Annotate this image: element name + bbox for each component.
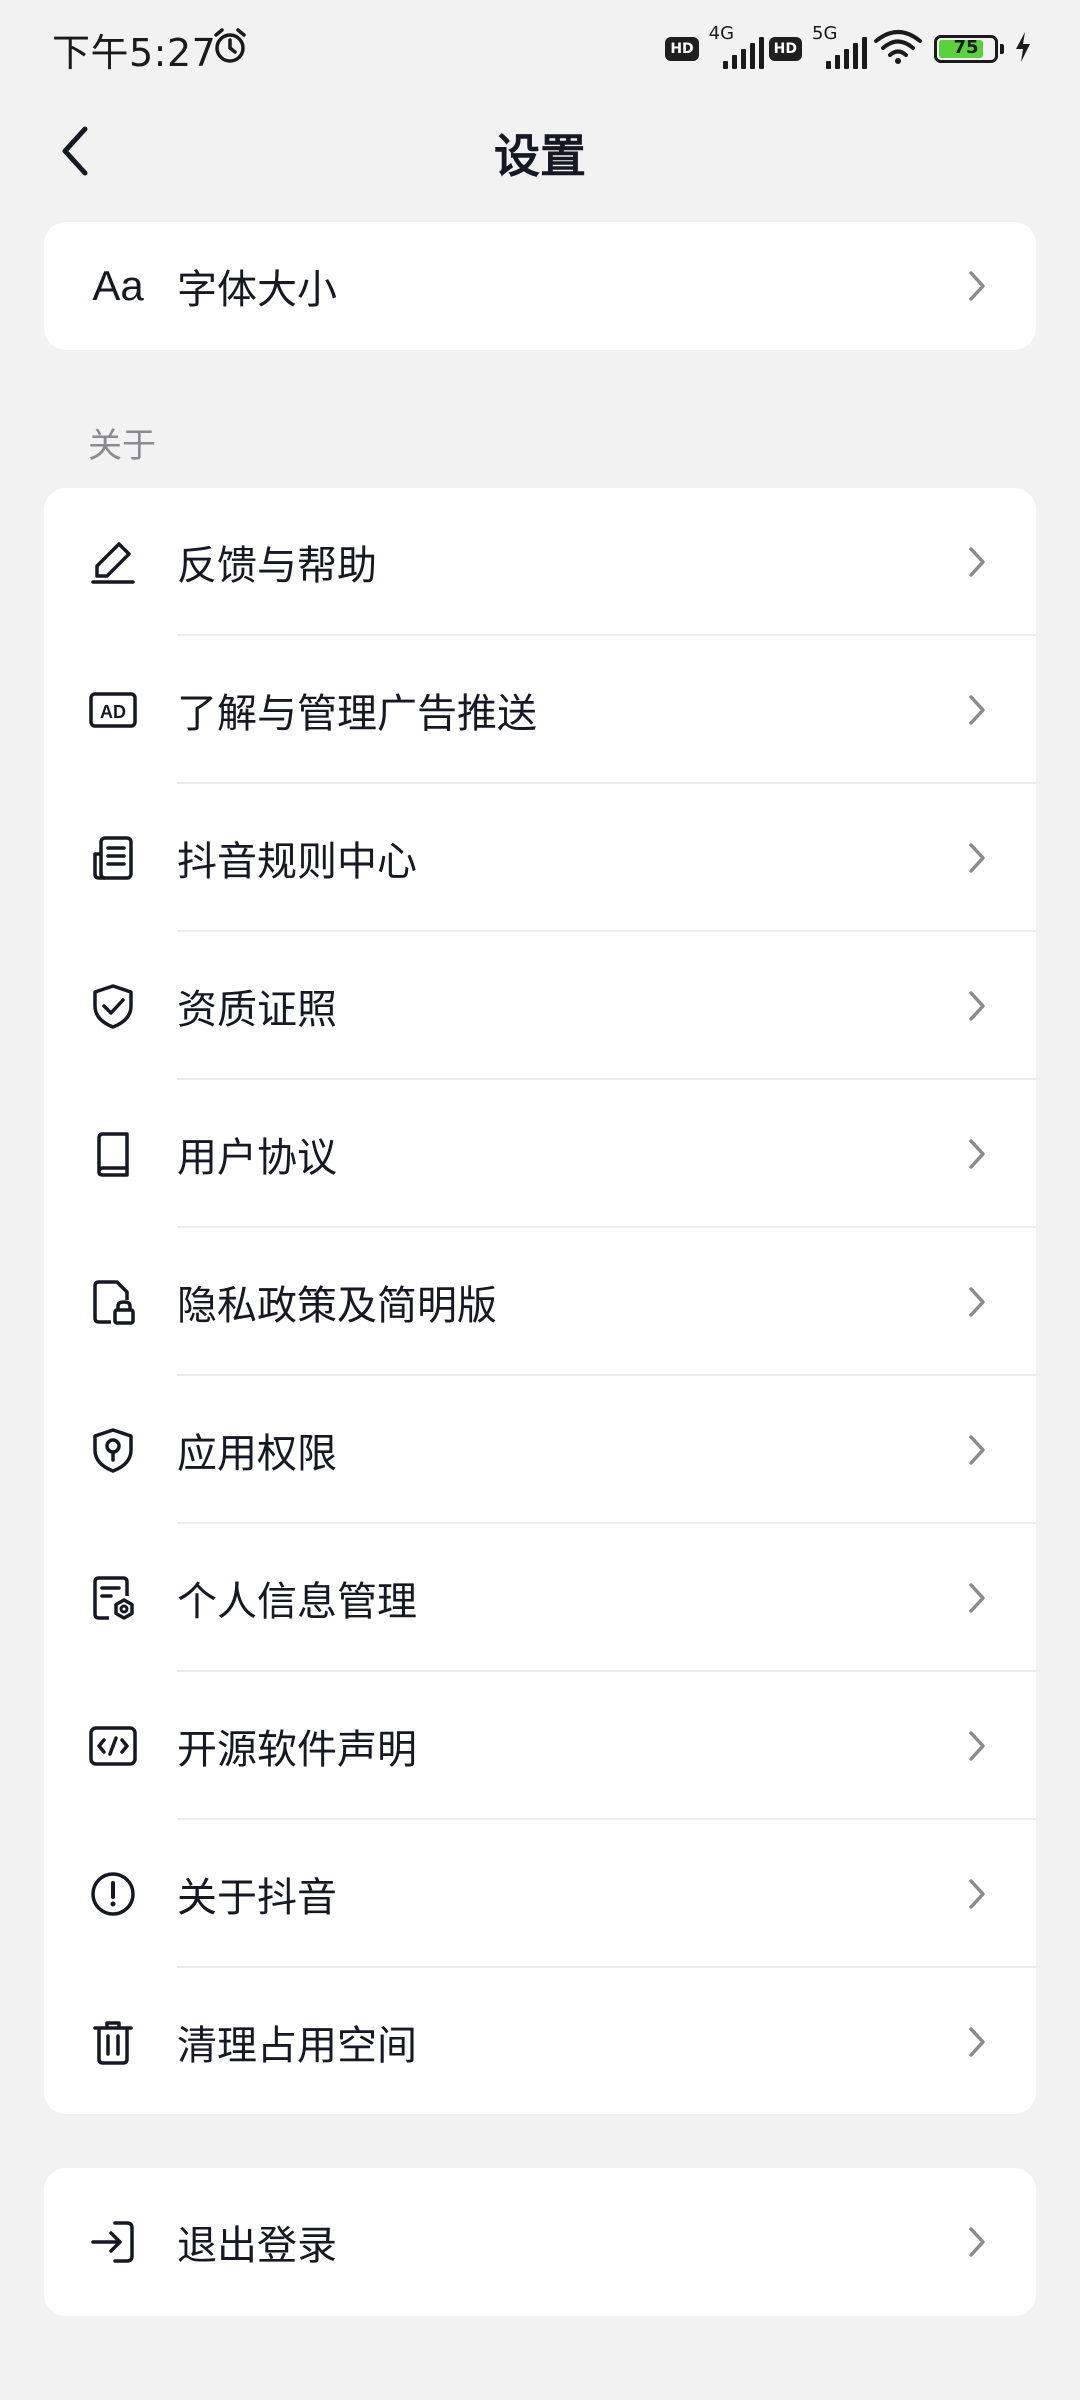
- settings-item-logout[interactable]: 退出登录: [44, 2168, 1036, 2316]
- info-circle-icon: [88, 1869, 138, 1919]
- status-indicators: HD 4G HD 5G 75: [665, 23, 1032, 74]
- settings-item-label: 开源软件声明: [177, 1727, 417, 1773]
- book-icon: [88, 1129, 138, 1179]
- battery-level: 75: [953, 37, 979, 58]
- chevron-right-icon: [962, 690, 992, 730]
- chevron-right-icon: [962, 266, 992, 306]
- battery-icon: 75: [934, 35, 998, 63]
- chevron-right-icon: [962, 1430, 992, 1470]
- font-size-icon: Aa: [92, 262, 144, 309]
- settings-item-label: 退出登录: [177, 2223, 337, 2269]
- pencil-icon: [88, 537, 138, 587]
- logout-icon: [88, 2217, 138, 2267]
- settings-item-label: 了解与管理广告推送: [177, 691, 537, 737]
- settings-item-rules-center[interactable]: 抖音规则中心: [44, 784, 1036, 932]
- chevron-right-icon: [962, 1282, 992, 1322]
- page-title: 设置: [494, 129, 586, 183]
- wifi-icon: [872, 27, 924, 71]
- network-type-label: 5G: [812, 23, 838, 44]
- settings-item-font-size[interactable]: Aa 字体大小: [44, 222, 1036, 350]
- settings-item-feedback[interactable]: 反馈与帮助: [44, 488, 1036, 636]
- hd-badge: HD: [768, 37, 802, 61]
- chevron-right-icon: [962, 1874, 992, 1914]
- code-icon: [88, 1721, 138, 1771]
- settings-item-label: 清理占用空间: [177, 2023, 417, 2069]
- svg-text:AD: AD: [100, 702, 126, 722]
- settings-item-label: 隐私政策及简明版: [177, 1283, 497, 1329]
- settings-item-label: 个人信息管理: [177, 1579, 417, 1625]
- settings-item-label: 关于抖音: [177, 1875, 337, 1921]
- network-type-label: 4G: [708, 23, 735, 44]
- settings-item-label: 反馈与帮助: [177, 543, 377, 589]
- file-lock-icon: [88, 1277, 138, 1327]
- chevron-right-icon: [962, 1134, 992, 1174]
- settings-item-about-douyin[interactable]: 关于抖音: [44, 1820, 1036, 1968]
- chevron-right-icon: [962, 2022, 992, 2062]
- settings-item-label: 资质证照: [177, 987, 337, 1033]
- chevron-right-icon: [962, 542, 992, 582]
- trash-icon: [88, 2017, 138, 2067]
- settings-item-personal-info[interactable]: 个人信息管理: [44, 1524, 1036, 1672]
- alarm-icon: [210, 26, 250, 70]
- chevron-right-icon: [962, 1726, 992, 1766]
- chevron-right-icon: [962, 838, 992, 878]
- settings-item-label: 应用权限: [177, 1431, 337, 1477]
- navigation-bar: 设置: [0, 96, 1080, 206]
- signal-5g-icon: 5G: [812, 23, 867, 69]
- ad-icon: AD: [88, 685, 138, 735]
- shield-key-icon: [88, 1425, 138, 1475]
- display-settings-card: Aa 字体大小: [44, 222, 1036, 350]
- hd-badge: HD: [665, 37, 699, 61]
- account-card: 退出登录: [44, 2168, 1036, 2316]
- chevron-right-icon: [962, 1578, 992, 1618]
- document-list-icon: [88, 833, 138, 883]
- settings-item-qualifications[interactable]: 资质证照: [44, 932, 1036, 1080]
- charging-icon: [1014, 31, 1032, 67]
- file-settings-icon: [88, 1573, 138, 1623]
- status-time: 下午5:27: [52, 31, 217, 75]
- settings-item-label: 字体大小: [177, 267, 337, 313]
- status-bar: 下午5:27 HD 4G HD 5G 75: [0, 0, 1080, 96]
- settings-item-ad-management[interactable]: AD 了解与管理广告推送: [44, 636, 1036, 784]
- settings-item-privacy-policy[interactable]: 隐私政策及简明版: [44, 1228, 1036, 1376]
- section-header-about: 关于: [88, 426, 156, 466]
- settings-item-label: 抖音规则中心: [177, 839, 417, 885]
- settings-item-app-permissions[interactable]: 应用权限: [44, 1376, 1036, 1524]
- settings-item-clear-storage[interactable]: 清理占用空间: [44, 1968, 1036, 2114]
- settings-item-open-source[interactable]: 开源软件声明: [44, 1672, 1036, 1820]
- about-settings-card: 反馈与帮助 AD 了解与管理广告推送 抖音规则中心 资质证照 用户协议 隐私政策…: [44, 488, 1036, 2114]
- chevron-right-icon: [962, 986, 992, 1026]
- shield-check-icon: [88, 981, 138, 1031]
- signal-4g-icon: 4G: [709, 23, 764, 69]
- settings-item-user-agreement[interactable]: 用户协议: [44, 1080, 1036, 1228]
- chevron-right-icon: [962, 2222, 992, 2262]
- settings-item-label: 用户协议: [177, 1135, 337, 1181]
